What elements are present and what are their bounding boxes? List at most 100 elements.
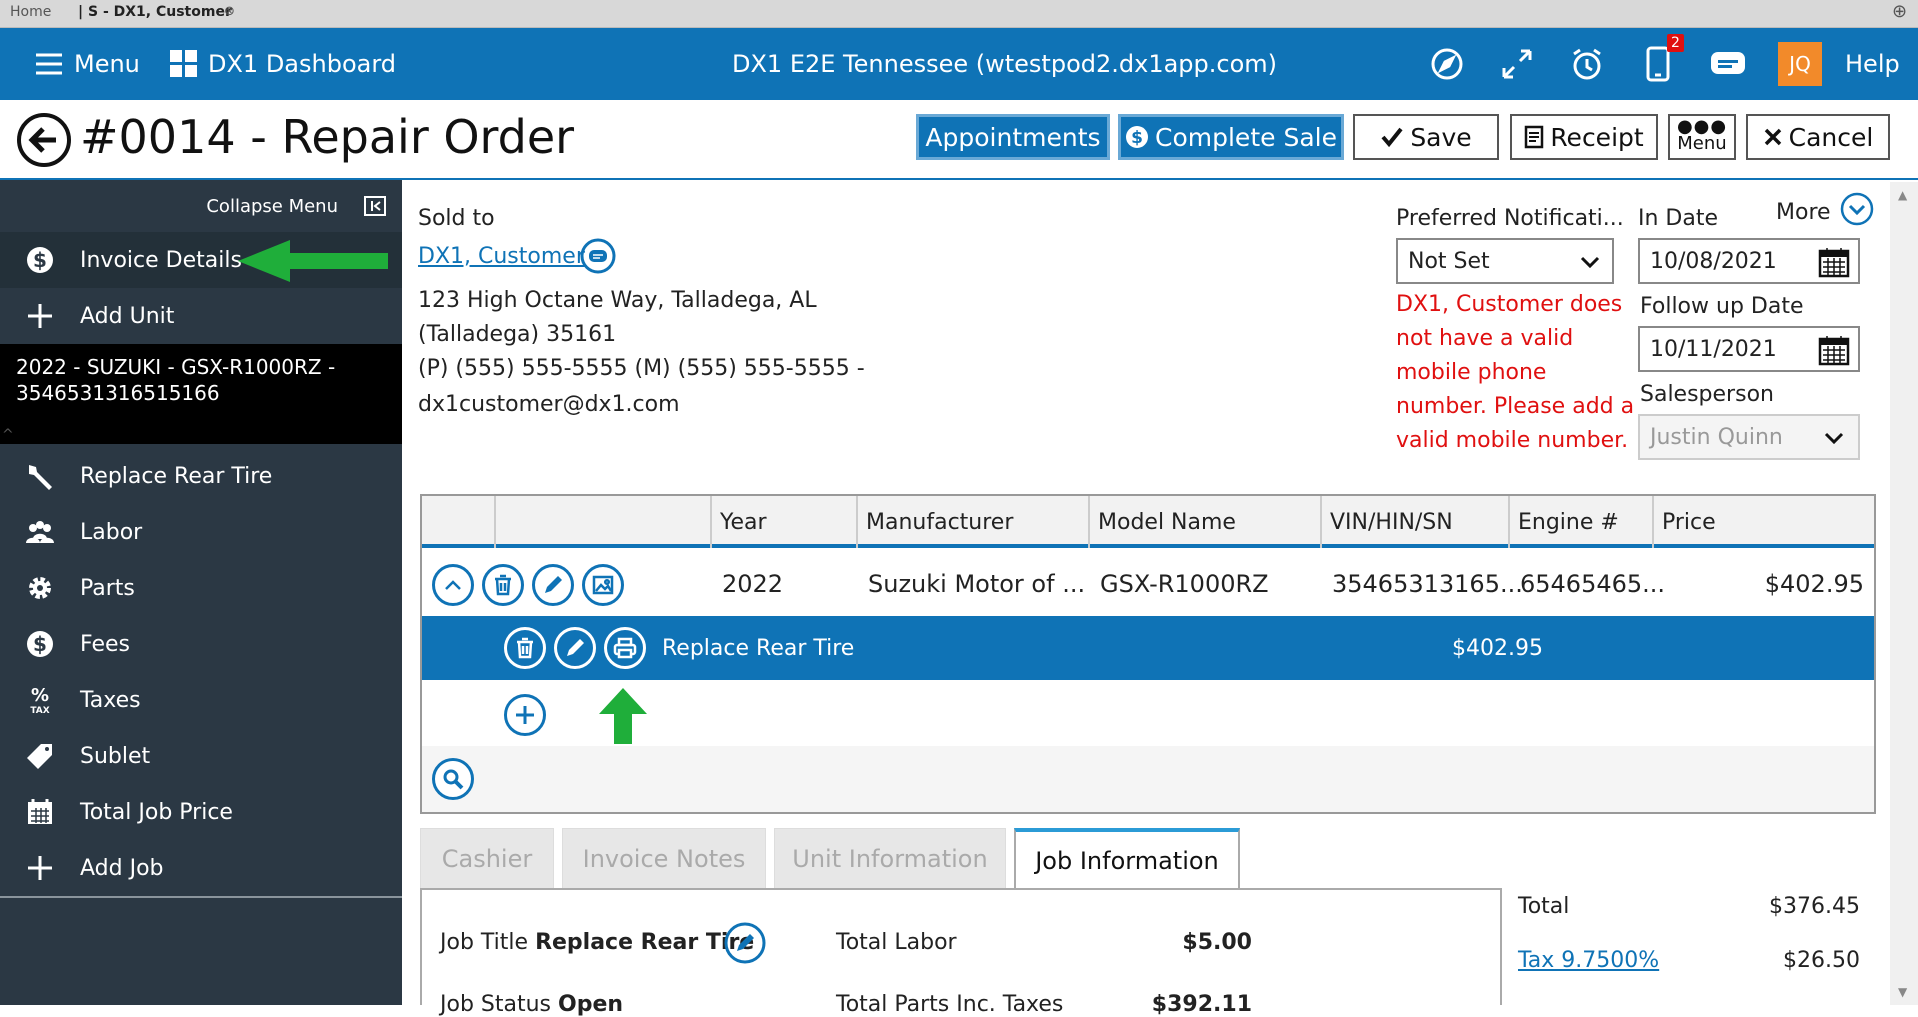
calendar-icon[interactable] (1818, 246, 1850, 278)
collapse-menu-button[interactable]: Collapse Menu (0, 180, 402, 232)
notification-badge: 2 (1667, 34, 1684, 52)
grid-header-model[interactable]: Model Name (1090, 496, 1322, 548)
followup-date-input[interactable]: 10/11/2021 (1638, 326, 1860, 372)
sidebar: Collapse Menu $ Invoice Details Add Unit… (0, 180, 402, 1005)
edit-unit-button[interactable] (532, 564, 574, 606)
sidebar-item-replace-rear-tire[interactable]: Replace Rear Tire (0, 448, 402, 504)
pencil-icon (545, 576, 562, 593)
more-expand-button[interactable] (1840, 192, 1874, 226)
preferred-notification-select[interactable]: Not Set (1396, 238, 1614, 284)
more-link[interactable]: More (1776, 200, 1831, 225)
dollar-circle-icon: $ (27, 631, 53, 657)
scroll-down-arrow-icon[interactable]: ▼ (1898, 985, 1907, 999)
compass-icon (1431, 48, 1463, 80)
delete-unit-button[interactable] (482, 564, 524, 606)
complete-sale-button[interactable]: $ Complete Sale (1118, 114, 1344, 160)
job-price: $402.95 (1452, 635, 1543, 661)
cancel-button[interactable]: Cancel (1746, 114, 1890, 160)
svg-text:$: $ (1131, 128, 1143, 148)
messages-button[interactable] (1710, 28, 1746, 100)
search-button[interactable] (432, 758, 474, 800)
fullscreen-button[interactable] (1500, 28, 1534, 100)
collapse-panel-icon (364, 196, 386, 216)
compass-button[interactable] (1430, 28, 1464, 100)
grid-header-engine[interactable]: Engine # (1510, 496, 1654, 548)
chevron-up-icon: ^ (2, 427, 14, 443)
save-button[interactable]: Save (1353, 114, 1499, 160)
edit-job-title-button[interactable] (724, 922, 766, 964)
grid-header-vin[interactable]: VIN/HIN/SN (1322, 496, 1510, 548)
sidebar-item-parts[interactable]: Parts (0, 560, 402, 616)
sidebar-item-labor[interactable]: Labor (0, 504, 402, 560)
print-job-button[interactable] (604, 627, 646, 669)
receipt-button[interactable]: Receipt (1510, 114, 1658, 160)
unit-line-2: 3546531316515166 (16, 381, 220, 405)
grid-header-manufacturer[interactable]: Manufacturer (858, 496, 1090, 548)
printer-icon (613, 637, 637, 659)
svg-text:$: $ (33, 632, 47, 656)
message-customer-button[interactable] (580, 238, 616, 274)
unit-model: GSX-R1000RZ (1100, 570, 1269, 598)
calendar-icon[interactable] (1818, 334, 1850, 366)
collapse-unit-button[interactable] (432, 564, 474, 606)
tab-unit-information[interactable]: Unit Information (774, 828, 1006, 890)
sidebar-item-total-job-price[interactable]: Total Job Price (0, 784, 402, 840)
delete-job-button[interactable] (504, 627, 546, 669)
more-menu-label: Menu (1677, 132, 1727, 154)
scroll-up-arrow-icon[interactable]: ▲ (1898, 188, 1907, 202)
total-labor-value: $5.00 (1182, 930, 1252, 955)
sidebar-item-label: Sublet (80, 743, 151, 769)
in-date-input[interactable]: 10/08/2021 (1638, 238, 1860, 284)
vertical-scrollbar[interactable]: ▲ ▼ (1890, 182, 1918, 1005)
svg-text:TAX: TAX (30, 706, 49, 715)
unit-image-button[interactable] (582, 564, 624, 606)
help-link[interactable]: Help (1845, 28, 1900, 100)
edit-job-button[interactable] (554, 627, 596, 669)
salesperson-value: Justin Quinn (1650, 424, 1783, 450)
salesperson-label: Salesperson (1640, 382, 1774, 407)
chevron-down-circle-icon (1840, 192, 1874, 226)
appointments-button[interactable]: Appointments (916, 114, 1110, 160)
back-button[interactable] (16, 112, 72, 168)
sidebar-item-fees[interactable]: $ Fees (0, 616, 402, 672)
tax-value: $26.50 (1783, 948, 1860, 973)
sidebar-item-taxes[interactable]: % TAX Taxes (0, 672, 402, 728)
tab-cashier[interactable]: Cashier (420, 828, 554, 890)
menu-button[interactable]: Menu (34, 28, 140, 100)
add-line-button[interactable] (504, 694, 546, 736)
unit-engine: 65465465... (1520, 570, 1666, 598)
sidebar-item-label: Add Unit (80, 303, 175, 329)
grid-header-year[interactable]: Year (712, 496, 858, 548)
sidebar-item-sublet[interactable]: Sublet (0, 728, 402, 784)
grid-header-price[interactable]: Price (1654, 496, 1874, 548)
preferred-notification-value: Not Set (1408, 248, 1490, 274)
sidebar-item-label: Fees (80, 631, 130, 657)
workers-group-icon (26, 521, 54, 543)
customer-name-link[interactable]: DX1, Customer (418, 244, 585, 269)
sidebar-item-label: Add Job (80, 855, 164, 881)
home-tab[interactable]: Home (10, 4, 51, 20)
more-menu-button[interactable]: ●●● Menu (1668, 114, 1736, 160)
alarm-button[interactable] (1570, 28, 1604, 100)
sidebar-item-add-job[interactable]: Add Job (0, 840, 402, 896)
phone-button[interactable]: 2 (1645, 28, 1684, 100)
dashboard-button[interactable]: DX1 Dashboard (170, 28, 396, 100)
tab-job-information[interactable]: Job Information (1014, 828, 1240, 890)
expand-icon (1502, 49, 1532, 79)
pencil-icon (724, 922, 766, 964)
tab-invoice-notes[interactable]: Invoice Notes (562, 828, 766, 890)
customer-tab[interactable]: | S - DX1, Customer (78, 4, 232, 20)
dollar-circle-icon: $ (27, 247, 53, 273)
salesperson-select[interactable]: Justin Quinn (1638, 414, 1860, 460)
gear-icon (29, 577, 51, 599)
plus-icon (28, 304, 52, 328)
warning-line: not have a valid (1396, 326, 1574, 351)
close-tab-icon[interactable]: ⊗ (224, 4, 235, 19)
user-avatar-button[interactable]: JQ (1778, 28, 1822, 100)
job-information-panel: Job Title Replace Rear Tire Job Status O… (420, 888, 1502, 1017)
new-tab-icon[interactable]: ⊕ (1892, 1, 1907, 22)
sidebar-item-add-unit[interactable]: Add Unit (0, 288, 402, 344)
sidebar-unit-entry[interactable]: 2022 - SUZUKI - GSX-R1000RZ - 3546531316… (0, 344, 402, 444)
units-grid: Year Manufacturer Model Name VIN/HIN/SN … (420, 494, 1876, 814)
tax-rate-link[interactable]: Tax 9.7500% (1518, 948, 1659, 973)
